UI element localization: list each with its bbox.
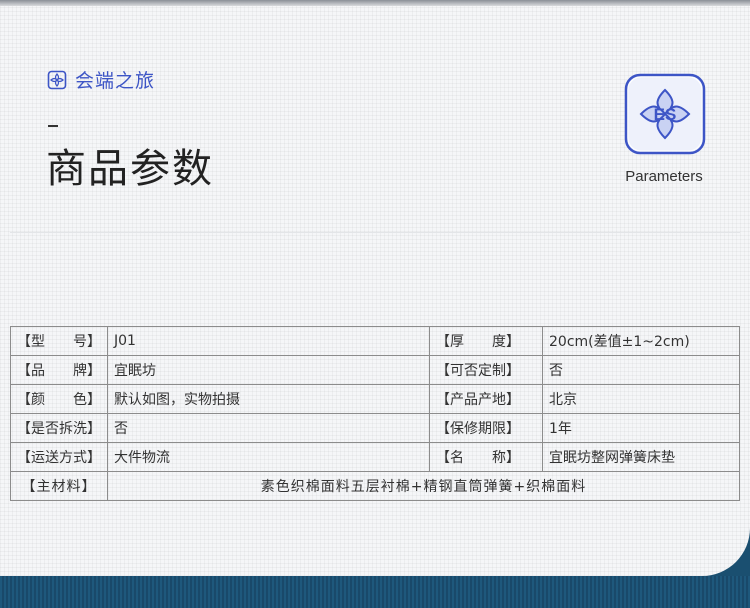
- param-label: 【可否定制】: [429, 355, 543, 385]
- brand-name: 会端之旅: [75, 70, 156, 92]
- parameters-table: 【型 号】 J01 【厚 度】 20cm(差值±1~2cm) 【品 牌】 宜眠坊…: [10, 326, 740, 501]
- table-row: 【颜 色】 默认如图，实物拍摄 【产品产地】 北京: [10, 384, 740, 414]
- param-value: 否: [542, 355, 740, 385]
- material-value: 素色织棉面料五层衬棉+精钢直筒弹簧+织棉面料: [107, 471, 740, 501]
- param-value: 默认如图，实物拍摄: [107, 384, 430, 414]
- param-value: 宜眠坊: [107, 355, 430, 385]
- top-band: [0, 0, 750, 6]
- bottom-band: [0, 576, 750, 608]
- table-row: 【品 牌】 宜眠坊 【可否定制】 否: [10, 355, 740, 385]
- flower-logo-icon: [47, 70, 67, 89]
- material-label: 【主材料】: [10, 471, 108, 501]
- param-label: 【运送方式】: [10, 442, 108, 472]
- param-value: 否: [107, 413, 430, 443]
- table-row: 【运送方式】 大件物流 【名 称】 宜眠坊整网弹簧床垫: [10, 442, 740, 472]
- table-row: 【主材料】 素色织棉面料五层衬棉+精钢直筒弹簧+织棉面料: [10, 471, 740, 501]
- param-value: 北京: [542, 384, 740, 414]
- badge-letters: ES: [654, 105, 677, 124]
- param-label: 【型 号】: [10, 326, 108, 356]
- param-label: 【名 称】: [429, 442, 543, 472]
- table-row: 【型 号】 J01 【厚 度】 20cm(差值±1~2cm): [10, 326, 740, 356]
- param-label: 【颜 色】: [10, 384, 108, 414]
- param-value: 大件物流: [107, 442, 430, 472]
- param-label: 【产品产地】: [429, 384, 543, 414]
- param-value: J01: [107, 326, 430, 356]
- param-value: 1年: [542, 413, 740, 443]
- param-label: 【厚 度】: [429, 326, 543, 356]
- param-value: 20cm(差值±1~2cm): [542, 326, 740, 356]
- param-label: 【品 牌】: [10, 355, 108, 385]
- divider: [10, 232, 740, 233]
- param-label: 【是否拆洗】: [10, 413, 108, 443]
- es-flower-badge-icon: ES: [624, 73, 706, 155]
- param-label: 【保修期限】: [429, 413, 543, 443]
- brand-logo: 会端之旅: [47, 66, 155, 93]
- param-value: 宜眠坊整网弹簧床垫: [542, 442, 740, 472]
- page-title: 商品参数: [46, 146, 214, 192]
- table-row: 【是否拆洗】 否 【保修期限】 1年: [10, 413, 740, 443]
- badge-label: Parameters: [625, 168, 703, 185]
- title-dash: [48, 125, 58, 127]
